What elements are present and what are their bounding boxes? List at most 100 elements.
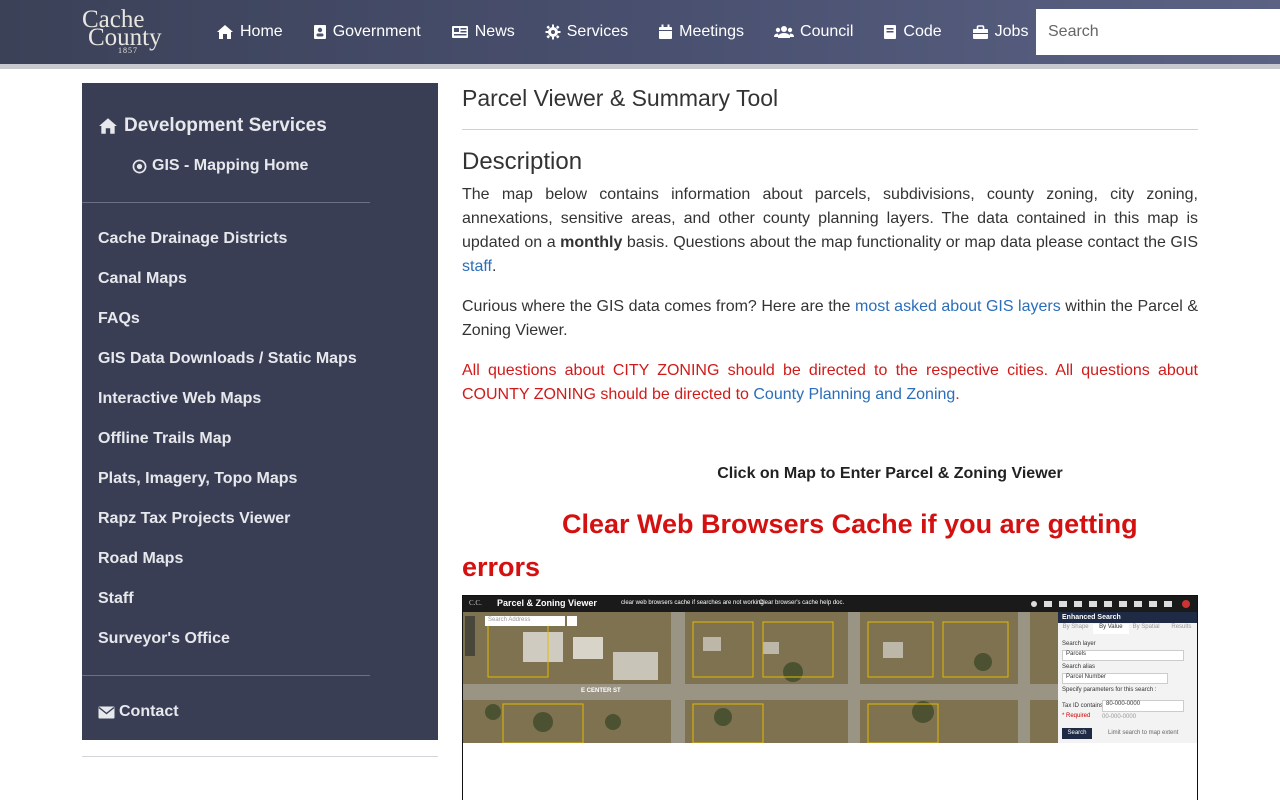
sidebar-item-surveyors-office[interactable]: Surveyor's Office — [98, 626, 357, 666]
p1-text-b: basis. Questions about the map functiona… — [622, 234, 1198, 251]
p1-bold-monthly: monthly — [560, 234, 623, 251]
nav-meetings[interactable]: Meetings — [658, 23, 744, 41]
nav-home[interactable]: Home — [216, 23, 283, 41]
sidebar-contact-label: Contact — [119, 703, 179, 720]
map-app-title: Parcel & Zoning Viewer — [497, 598, 597, 608]
sidebar-item-gis-data-downloads[interactable]: GIS Data Downloads / Static Maps — [98, 346, 357, 386]
nav-news-label: News — [474, 23, 515, 40]
description-heading: Description — [462, 148, 583, 175]
home-icon — [99, 118, 117, 134]
newspaper-icon — [451, 26, 468, 38]
search-alias-select: Parcel Number — [1062, 673, 1168, 684]
map-instruction: Click on Map to Enter Parcel & Zoning Vi… — [717, 465, 1063, 482]
sidebar-item-staff[interactable]: Staff — [98, 586, 357, 626]
tab-by-shape: By Shape — [1062, 624, 1089, 630]
search-layer-select: Parcels — [1062, 650, 1184, 661]
sidebar-gis-mapping-home[interactable]: GIS - Mapping Home — [132, 157, 308, 175]
county-planning-zoning-link[interactable]: County Planning and Zoning — [753, 386, 955, 403]
tab-by-value: By Value — [1093, 624, 1129, 634]
aerial-map-imagery: Search Address E CENTER ST — [463, 612, 1058, 743]
briefcase-icon — [972, 24, 988, 39]
users-icon — [774, 26, 795, 38]
sidebar-link-list: Cache Drainage Districts Canal Maps FAQs… — [98, 226, 357, 666]
sidebar: Development Services GIS - Mapping Home … — [82, 83, 438, 740]
map-search-button: Search — [1062, 728, 1092, 739]
envelope-icon — [98, 706, 115, 718]
data-source-paragraph: Curious where the GIS data comes from? H… — [462, 295, 1198, 343]
tab-by-spatial: By Spatial — [1132, 624, 1160, 630]
sidebar-item-plats-imagery-topo[interactable]: Plats, Imagery, Topo Maps — [98, 466, 357, 506]
gear-icon — [545, 24, 561, 40]
nav-government-label: Government — [332, 23, 421, 40]
title-divider — [462, 129, 1198, 130]
tax-id-value: 80-000-0000 — [1106, 701, 1141, 707]
tax-id-label: Tax ID contains — [1062, 703, 1104, 709]
sidebar-item-canal-maps[interactable]: Canal Maps — [98, 266, 357, 306]
required-note: * Required — [1062, 713, 1091, 719]
address-book-icon — [313, 25, 326, 39]
dot-circle-icon — [132, 159, 147, 173]
logo-est-year: 1857 — [118, 46, 138, 55]
search-alias-label: Search alias — [1062, 664, 1096, 670]
page-title: Parcel Viewer & Summary Tool — [462, 85, 779, 111]
limit-extent-label: Limit search to map extent — [1108, 730, 1179, 736]
sidebar-bottom-rule — [82, 756, 438, 757]
nav-code-label: Code — [903, 23, 942, 40]
sidebar-item-interactive-web-maps[interactable]: Interactive Web Maps — [98, 386, 357, 426]
nav-government[interactable]: Government — [313, 23, 421, 41]
sidebar-item-rapz-tax-projects[interactable]: Rapz Tax Projects Viewer — [98, 506, 357, 546]
home-icon — [217, 25, 233, 39]
p3-text-b: . — [955, 386, 960, 403]
nav-jobs[interactable]: Jobs — [972, 23, 1029, 41]
map-logo: C.C. — [469, 599, 482, 607]
nav-services[interactable]: Services — [545, 23, 628, 41]
search-alias-value: Parcel Number — [1066, 674, 1107, 680]
tab-results: Results — [1171, 624, 1192, 630]
book-icon — [884, 25, 897, 39]
nav-code[interactable]: Code — [883, 23, 942, 41]
staff-link[interactable]: staff — [462, 258, 492, 275]
sidebar-contact-link[interactable]: Contact — [98, 703, 179, 721]
cache-warning: Clear Web Browsers Cache if you are gett… — [462, 509, 1138, 582]
calendar-icon — [659, 24, 673, 39]
sidebar-sub-label: GIS - Mapping Home — [152, 157, 309, 174]
map-help-link: Clear browser's cache help doc. — [759, 600, 845, 606]
search-layer-label: Search layer — [1062, 641, 1096, 647]
main-nav: Home Government News Services Meetings C… — [216, 0, 1058, 64]
top-navigation-bar: Cache County 1857 Home Government News S… — [0, 0, 1280, 69]
sidebar-divider — [82, 675, 370, 676]
enhanced-search-panel: Enhanced Search By Shape By Value By Spa… — [1058, 612, 1197, 743]
sidebar-item-cache-drainage-districts[interactable]: Cache Drainage Districts — [98, 226, 357, 266]
nav-council-label: Council — [800, 23, 854, 40]
map-toolbar-icons — [1031, 600, 1190, 608]
map-cache-notice: clear web browsers cache if searches are… — [621, 600, 764, 606]
p1-text-c: . — [491, 258, 497, 275]
tax-id-hint: 00-000-0000 — [1102, 714, 1137, 720]
gis-layers-link[interactable]: most asked about GIS layers — [855, 298, 1061, 315]
nav-news[interactable]: News — [451, 23, 515, 41]
enhanced-search-tabs: By Shape By Value By Spatial Results — [1058, 624, 1197, 634]
sidebar-divider — [82, 202, 370, 203]
nav-meetings-label: Meetings — [679, 23, 745, 40]
map-street-label: E CENTER ST — [581, 688, 621, 694]
sidebar-heading-development-services[interactable]: Development Services — [98, 115, 327, 137]
sidebar-item-road-maps[interactable]: Road Maps — [98, 546, 357, 586]
sidebar-item-offline-trails-map[interactable]: Offline Trails Map — [98, 426, 357, 466]
tax-id-input: 80-000-0000 — [1102, 700, 1184, 712]
parcel-viewer-map-preview[interactable]: C.C. Parcel & Zoning Viewer clear web br… — [462, 595, 1198, 800]
sidebar-item-faqs[interactable]: FAQs — [98, 306, 357, 346]
map-app-header: C.C. Parcel & Zoning Viewer clear web br… — [463, 596, 1197, 612]
nav-home-label: Home — [240, 23, 283, 40]
nav-council[interactable]: Council — [774, 23, 853, 41]
site-search-input[interactable] — [1036, 9, 1280, 55]
params-label: Specify parameters for this search : — [1062, 687, 1157, 693]
enhanced-search-title: Enhanced Search — [1058, 612, 1197, 623]
nav-jobs-label: Jobs — [994, 23, 1029, 40]
p2-text-a: Curious where the GIS data comes from? H… — [462, 298, 855, 315]
description-paragraph: The map below contains information about… — [462, 183, 1198, 279]
zoning-notice-paragraph: All questions about CITY ZONING should b… — [462, 359, 1198, 407]
cache-county-logo[interactable]: Cache County 1857 — [82, 6, 186, 58]
sidebar-heading-label: Development Services — [124, 115, 327, 136]
search-layer-value: Parcels — [1066, 651, 1087, 657]
map-search-address-input: Search Address — [488, 617, 531, 623]
